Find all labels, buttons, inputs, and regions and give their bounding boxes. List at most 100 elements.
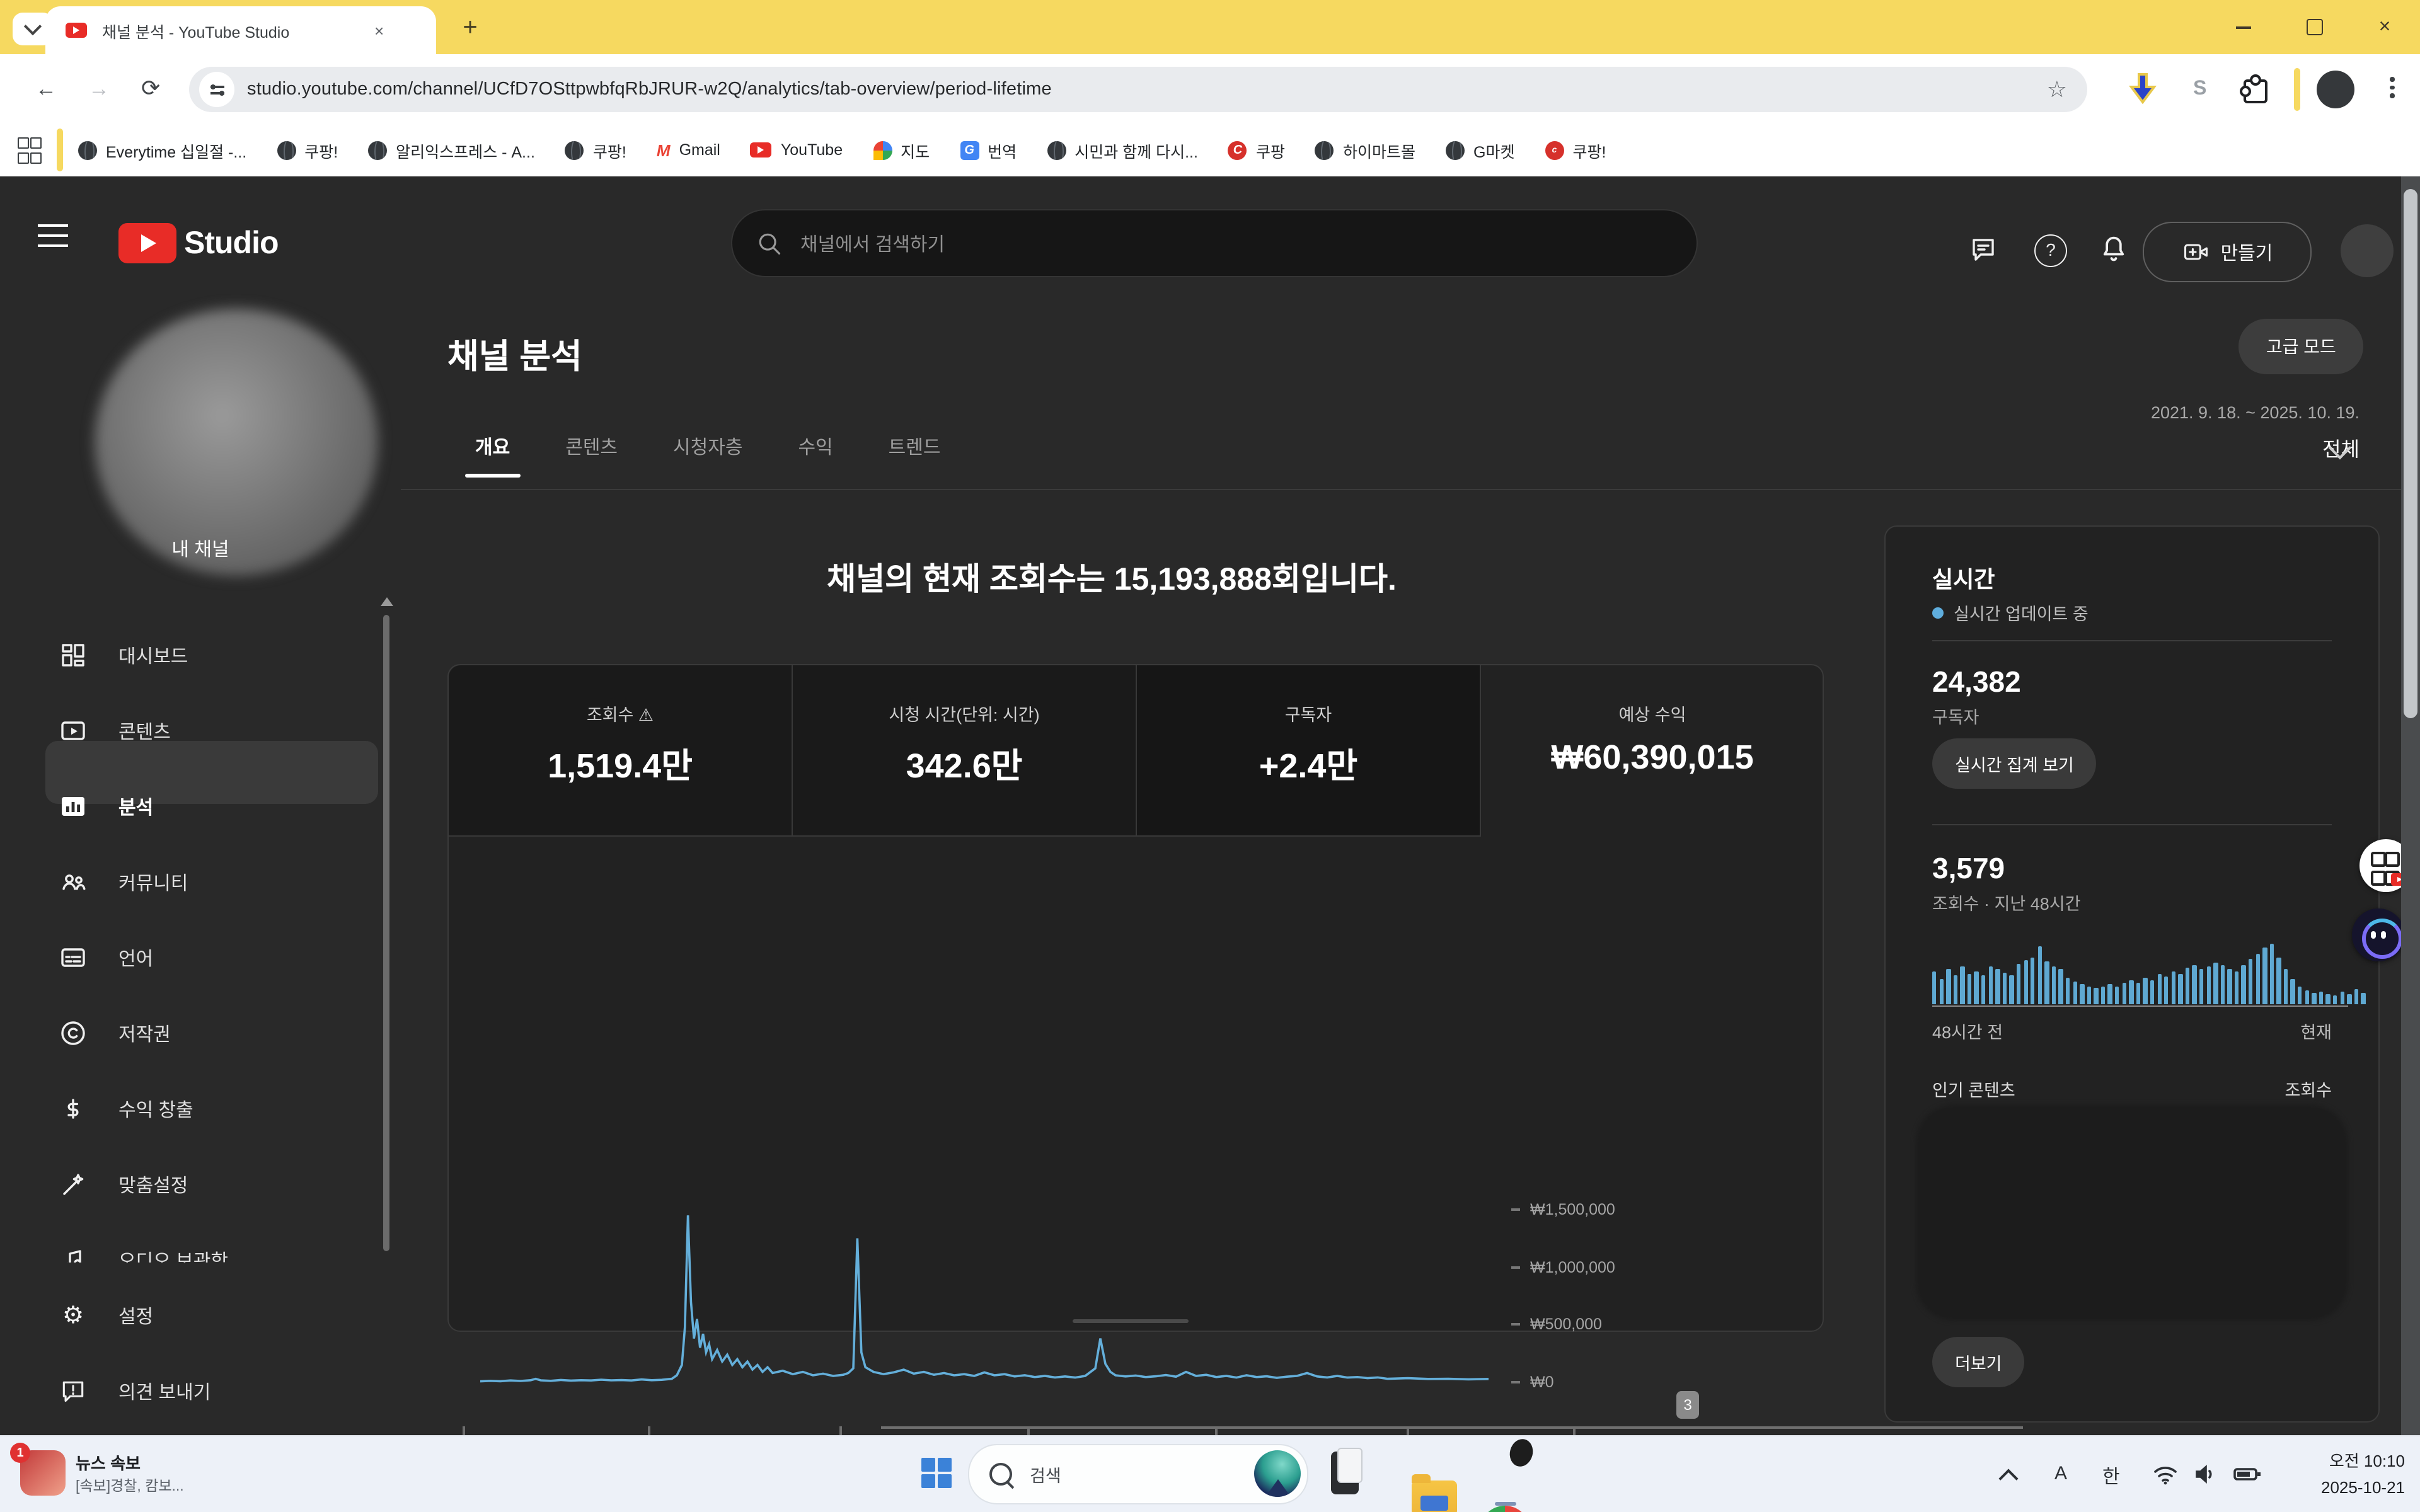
metric-card-revenue-selected[interactable]: 예상 수익 ₩60,390,015 — [1481, 665, 1824, 835]
realtime-bar — [2094, 988, 2099, 1004]
tabs-divider — [401, 489, 2401, 490]
sidebar-scroll-up-arrow[interactable] — [381, 597, 393, 606]
coupang-favicon-icon: C — [1228, 140, 1247, 159]
metric-card-views[interactable]: 조회수 ⚠ 1,519.4만 — [449, 665, 793, 837]
sidebar-item-monetization[interactable]: 수익 창출 — [0, 1079, 401, 1139]
new-tab-button[interactable]: + — [456, 14, 484, 42]
taskbar-search-box[interactable]: 검색 — [968, 1444, 1308, 1504]
create-button[interactable]: 만들기 — [2143, 222, 2312, 282]
tab-revenue[interactable]: 수익 — [770, 416, 860, 478]
analytics-tabs: 개요 콘텐츠 시청자층 수익 트렌드 — [447, 416, 968, 478]
bookmark-star-icon[interactable]: ☆ — [2047, 76, 2067, 103]
page-scrollbar-thumb[interactable] — [2404, 189, 2417, 718]
bookmark-item-coupang2[interactable]: c쿠팡! — [1545, 138, 1606, 162]
globe-favicon-icon — [277, 140, 296, 159]
sidebar-item-audio-library[interactable]: 오디오 보관함 — [0, 1230, 401, 1263]
bookmark-item[interactable]: Everytime 십일절 -... — [78, 138, 246, 162]
phone-link-app-icon[interactable] — [1331, 1452, 1359, 1494]
studio-profile-avatar[interactable] — [2341, 224, 2394, 277]
bookmark-item[interactable]: G마켓 — [1446, 138, 1514, 162]
bookmark-item-coupang[interactable]: C쿠팡 — [1228, 138, 1285, 162]
monetization-icon — [58, 1094, 88, 1124]
window-close-button[interactable]: × — [2357, 0, 2412, 54]
volume-icon[interactable] — [2191, 1459, 2221, 1489]
news-subtitle[interactable]: [속보]경찰, 캄보... — [76, 1475, 184, 1496]
blurred-content-area — [1916, 1105, 2348, 1320]
ime-latin-indicator[interactable]: A — [2054, 1463, 2067, 1484]
bookmark-item-gmail[interactable]: MGmail — [657, 140, 720, 159]
tab-close-icon[interactable]: × — [374, 21, 384, 40]
window-minimize-button[interactable] — [2216, 0, 2271, 54]
news-title[interactable]: 뉴스 속보 — [76, 1450, 141, 1474]
theme-accent-bar — [2294, 68, 2300, 111]
revenue-line-chart[interactable] — [480, 1186, 1489, 1400]
back-icon[interactable]: ← — [35, 77, 57, 102]
globe-favicon-icon — [368, 140, 387, 159]
wifi-icon[interactable] — [2150, 1459, 2181, 1489]
tab-audience[interactable]: 시청자층 — [645, 416, 770, 478]
forward-icon[interactable]: → — [88, 77, 110, 102]
url-bar[interactable]: studio.youtube.com/channel/UCfD7OSttpwbf… — [189, 67, 2087, 112]
reload-icon[interactable]: ⟳ — [141, 76, 160, 102]
studio-logo-text[interactable]: Studio — [184, 226, 279, 262]
apps-grid-icon[interactable] — [18, 137, 39, 163]
sidebar-item-community[interactable]: 커뮤니티 — [0, 852, 401, 912]
menu-hamburger-icon[interactable] — [38, 224, 68, 247]
sidebar-item-copyright[interactable]: 저작권 — [0, 1003, 401, 1063]
bookmark-item[interactable]: 시민과 함께 다시... — [1047, 138, 1198, 162]
help-icon[interactable]: ? — [2034, 234, 2067, 267]
studio-logo-icon[interactable] — [118, 223, 176, 263]
tab-trends[interactable]: 트렌드 — [861, 416, 969, 478]
bookmark-item-youtube[interactable]: YouTube — [751, 141, 843, 159]
scroll-hint-divider — [1073, 1319, 1189, 1323]
active-tab[interactable]: 채널 분석 - YouTube Studio × — [45, 6, 436, 54]
floating-assistant-widget[interactable] — [2352, 908, 2405, 961]
ime-korean-indicator[interactable]: 한 — [2102, 1463, 2120, 1489]
realtime-subscribers: 24,382 — [1932, 665, 2348, 699]
bookmark-item-maps[interactable]: 지도 — [873, 138, 930, 162]
extensions-puzzle-icon[interactable] — [2244, 79, 2267, 103]
browser-profile-avatar[interactable] — [2317, 71, 2354, 108]
studio-search-box[interactable]: 채널에서 검색하기 — [731, 209, 1698, 277]
advanced-mode-button[interactable]: 고급 모드 — [2238, 319, 2364, 374]
sidebar-scrollbar[interactable] — [383, 615, 389, 1251]
realtime-bar — [2129, 980, 2133, 1004]
sidebar-item-customization[interactable]: 맞춤설정 — [0, 1154, 401, 1215]
see-live-count-button[interactable]: 실시간 집계 보기 — [1932, 738, 2097, 789]
metric-card-watchtime[interactable]: 시청 시간(단위: 시간) 342.6만 — [793, 665, 1137, 837]
realtime-bar-chart[interactable] — [1932, 941, 2368, 1004]
windows-start-button[interactable] — [921, 1458, 952, 1488]
file-explorer-icon[interactable] — [1412, 1480, 1457, 1512]
sidebar-item-settings[interactable]: ⚙ 설정 — [0, 1285, 401, 1346]
bookmark-item[interactable]: 하이마트몰 — [1315, 138, 1415, 162]
extension-arrow-icon[interactable] — [2125, 71, 2160, 108]
sidebar-item-feedback[interactable]: 의견 보내기 — [0, 1361, 401, 1421]
extension-s-icon[interactable]: S — [2193, 78, 2206, 101]
sidebar-item-analytics[interactable]: 분석 — [0, 776, 401, 837]
realtime-bar — [2249, 959, 2253, 1004]
bookmark-item-translate[interactable]: G번역 — [960, 138, 1017, 162]
feedback-history-icon[interactable] — [1969, 234, 1999, 265]
notifications-bell-icon[interactable] — [2097, 233, 2130, 266]
tab-content[interactable]: 콘텐츠 — [538, 416, 645, 478]
bookmark-item[interactable]: 알리익스프레스 - A... — [368, 138, 535, 162]
date-preset[interactable]: 전체 — [1888, 432, 2360, 462]
assistant-eye-icon — [2381, 931, 2385, 939]
site-permissions-icon[interactable] — [199, 72, 234, 107]
realtime-see-more-button[interactable]: 더보기 — [1932, 1337, 2025, 1387]
bookmark-item[interactable]: 쿠팡! — [277, 138, 338, 162]
sidebar-item-dashboard[interactable]: 대시보드 — [0, 625, 401, 685]
timeline-marker-badge[interactable]: 3 — [1676, 1391, 1699, 1419]
bookmark-item[interactable]: 쿠팡! — [565, 138, 626, 162]
browser-menu-icon[interactable] — [2390, 77, 2394, 98]
sidebar-item-content[interactable]: 콘텐츠 — [0, 701, 401, 761]
realtime-bar — [2136, 983, 2141, 1004]
views-column-label: 조회수 — [1932, 1076, 2332, 1101]
sidebar-item-subtitles[interactable]: 언어 — [0, 927, 401, 988]
window-maximize-button[interactable] — [2286, 0, 2342, 54]
views-headline: 채널의 현재 조회수는 15,193,888회입니다. — [401, 554, 1823, 600]
taskbar-clock[interactable]: 오전 10:10 2025-10-21 — [2218, 1448, 2405, 1501]
tab-overview[interactable]: 개요 — [447, 416, 538, 478]
metric-card-subscribers[interactable]: 구독자 +2.4만 — [1137, 665, 1481, 837]
realtime-views: 3,579 — [1932, 852, 2348, 886]
